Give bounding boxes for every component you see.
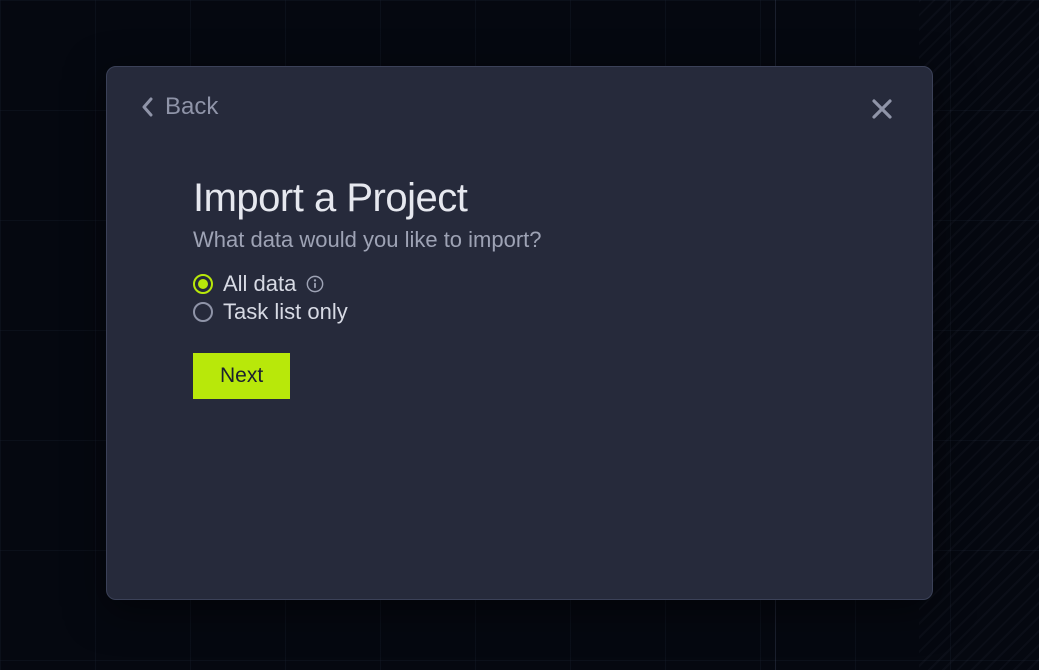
modal-content: Import a Project What data would you lik… bbox=[193, 176, 898, 399]
import-options: All data Task list only bbox=[193, 271, 898, 325]
next-button[interactable]: Next bbox=[193, 353, 290, 399]
close-button[interactable] bbox=[866, 93, 898, 128]
option-label: All data bbox=[223, 271, 296, 297]
info-icon[interactable] bbox=[306, 275, 324, 293]
chevron-left-icon bbox=[141, 97, 153, 117]
radio-icon bbox=[193, 302, 213, 322]
option-label: Task list only bbox=[223, 299, 348, 325]
option-all-data[interactable]: All data bbox=[193, 271, 898, 297]
modal-subtitle: What data would you like to import? bbox=[193, 227, 898, 253]
option-task-list-only[interactable]: Task list only bbox=[193, 299, 898, 325]
modal-title: Import a Project bbox=[193, 176, 898, 221]
modal-header: Back bbox=[141, 93, 898, 128]
back-button[interactable]: Back bbox=[141, 93, 218, 121]
import-project-modal: Back Import a Project What data would yo… bbox=[106, 66, 933, 600]
radio-icon bbox=[193, 274, 213, 294]
back-label: Back bbox=[165, 93, 218, 121]
background-hatch bbox=[919, 0, 1039, 670]
close-icon bbox=[870, 97, 894, 124]
